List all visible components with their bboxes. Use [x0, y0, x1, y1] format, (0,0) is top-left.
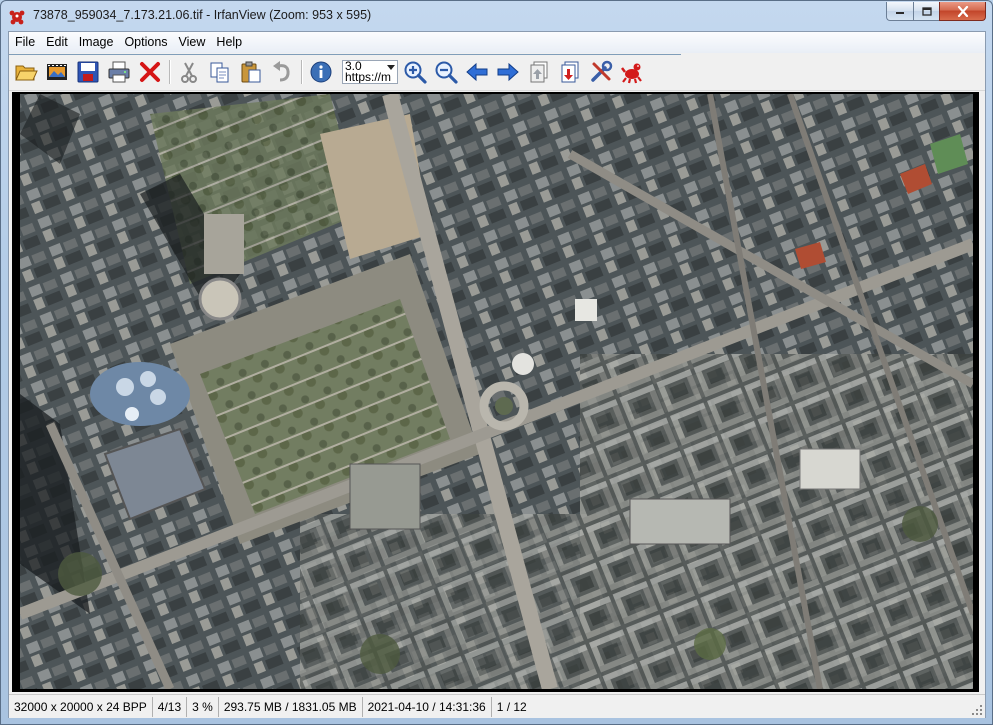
maximize-button[interactable] — [913, 2, 939, 21]
zoom-combo[interactable]: 3.0 https://m — [342, 60, 398, 84]
title-bar[interactable]: 73878_959034_7.173.21.06.tif - IrfanView… — [1, 1, 992, 31]
cut-button[interactable] — [176, 59, 202, 85]
copy-icon — [210, 62, 229, 83]
menu-options[interactable]: Options — [119, 32, 172, 53]
settings-button[interactable] — [588, 59, 614, 85]
paste-icon — [241, 61, 261, 83]
irfanview-window: 73878_959034_7.173.21.06.tif - IrfanView… — [0, 0, 993, 725]
last-page-button[interactable] — [557, 59, 583, 85]
open-folder-icon — [15, 65, 38, 81]
status-zoom: 3 % — [187, 696, 219, 717]
status-memory: 293.75 MB / 1831.05 MB — [219, 696, 363, 717]
previous-button[interactable] — [464, 59, 490, 85]
zoom-in-icon — [404, 61, 427, 84]
status-datetime: 2021-04-10 / 14:31:36 — [363, 696, 492, 717]
menu-help[interactable]: Help — [211, 32, 247, 53]
page-down-icon — [561, 61, 579, 83]
minimize-icon — [896, 12, 904, 14]
page-up-icon — [530, 61, 548, 83]
menu-view[interactable]: View — [174, 32, 211, 53]
zoom-in-button[interactable] — [402, 59, 428, 85]
irfanview-logo-icon — [9, 10, 25, 25]
resize-grip-icon[interactable] — [971, 704, 983, 716]
delete-button[interactable] — [137, 59, 163, 85]
minimize-button[interactable] — [886, 2, 913, 21]
status-dimensions: 32000 x 20000 x 24 BPP — [9, 696, 153, 717]
toolbar: 3.0 https://m — [9, 54, 985, 91]
zoom-out-button[interactable] — [433, 59, 459, 85]
maximize-icon — [921, 6, 932, 16]
status-bar: 32000 x 20000 x 24 BPP 4/13 3 % 293.75 M… — [9, 694, 985, 718]
undo-button[interactable] — [269, 59, 295, 85]
print-icon — [108, 61, 130, 83]
window-title: 73878_959034_7.173.21.06.tif - IrfanView… — [33, 8, 372, 22]
menu-edit[interactable]: Edit — [41, 32, 73, 53]
arrow-right-icon — [497, 62, 519, 82]
menu-image[interactable]: Image — [74, 32, 119, 53]
save-button[interactable] — [75, 59, 101, 85]
image-viewport[interactable] — [12, 92, 979, 692]
save-icon — [77, 61, 99, 83]
undo-icon — [273, 61, 290, 82]
chevron-down-icon[interactable] — [386, 62, 396, 72]
slideshow-icon — [47, 64, 67, 80]
info-icon — [310, 61, 332, 83]
print-button[interactable] — [106, 59, 132, 85]
client-area: File Edit Image Options View Help 3.0 ht… — [8, 31, 986, 718]
aerial-photo — [20, 94, 973, 689]
menu-file[interactable]: File — [10, 32, 40, 53]
about-button[interactable] — [619, 59, 645, 85]
arrow-left-icon — [466, 62, 488, 82]
copy-button[interactable] — [207, 59, 233, 85]
toolbar-divider — [9, 54, 681, 55]
delete-icon — [140, 62, 160, 82]
paste-button[interactable] — [238, 59, 264, 85]
url-text: https://m — [345, 70, 392, 84]
status-file-index: 1 / 12 — [496, 699, 527, 714]
close-icon — [957, 5, 968, 17]
open-button[interactable] — [13, 59, 39, 85]
next-button[interactable] — [495, 59, 521, 85]
irfanview-logo-icon — [621, 63, 642, 84]
status-page: 4/13 — [153, 696, 188, 717]
slideshow-button[interactable] — [44, 59, 70, 85]
close-button[interactable] — [939, 2, 986, 21]
menu-bar: File Edit Image Options View Help — [9, 32, 985, 53]
toolbar-separator — [169, 60, 171, 84]
info-button[interactable] — [308, 59, 334, 85]
tools-icon — [591, 60, 613, 82]
toolbar-separator — [301, 60, 303, 84]
zoom-out-icon — [435, 61, 458, 84]
cut-icon — [181, 62, 197, 83]
caption-buttons — [886, 2, 986, 22]
first-page-button[interactable] — [526, 59, 552, 85]
